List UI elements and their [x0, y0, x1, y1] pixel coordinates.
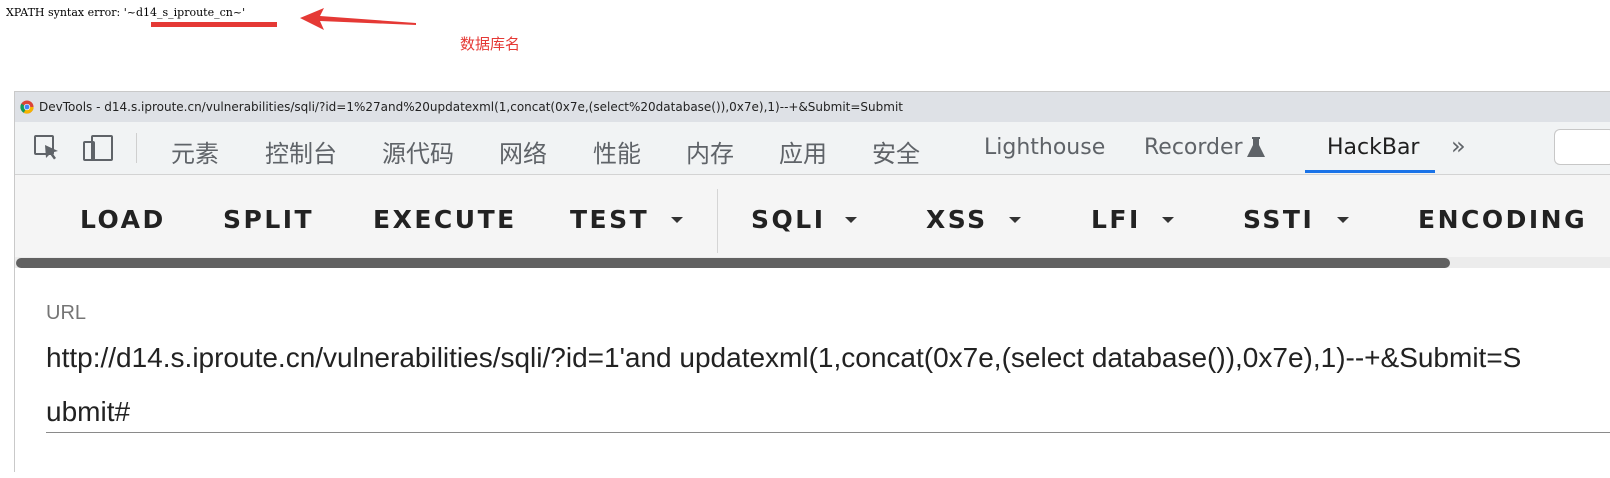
tab-recorder[interactable]: Recorder	[1144, 135, 1243, 160]
url-field[interactable]: URL http://d14.s.iproute.cn/vulnerabilit…	[15, 268, 1610, 478]
execute-button[interactable]: EXECUTE	[373, 205, 517, 234]
toolbar-scrollbar-thumb[interactable]	[16, 258, 1450, 268]
flask-icon	[1247, 137, 1265, 157]
inspect-element-icon[interactable]	[33, 134, 61, 162]
test-chevron-down-icon[interactable]	[671, 217, 683, 223]
lfi-chevron-down-icon[interactable]	[1162, 217, 1174, 223]
more-tabs-chevron-icon[interactable]: »	[1451, 132, 1466, 160]
devtools-title: DevTools - d14.s.iproute.cn/vulnerabilit…	[39, 100, 903, 114]
lfi-dropdown-button[interactable]: LFI	[1091, 205, 1141, 234]
load-button[interactable]: LOAD	[80, 205, 166, 234]
tab-network[interactable]: 网络	[499, 134, 547, 169]
devtools-window: DevTools - d14.s.iproute.cn/vulnerabilit…	[14, 91, 1610, 478]
test-dropdown-button[interactable]: TEST	[570, 205, 649, 234]
tab-memory[interactable]: 内存	[686, 134, 734, 169]
tab-performance[interactable]: 性能	[593, 134, 641, 169]
split-button[interactable]: SPLIT	[223, 205, 314, 234]
device-toolbar-icon[interactable]	[83, 134, 115, 162]
highlight-underline	[151, 22, 277, 27]
devtools-tabbar: 元素 控制台 源代码 网络 性能 内存 应用 安全 Lighthouse Rec…	[15, 122, 1610, 175]
active-tab-indicator	[1305, 170, 1435, 173]
sqli-dropdown-button[interactable]: SQLI	[751, 205, 826, 234]
tab-application[interactable]: 应用	[779, 134, 827, 169]
tab-lighthouse[interactable]: Lighthouse	[984, 135, 1105, 160]
tab-console[interactable]: 控制台	[265, 134, 337, 169]
chrome-icon	[20, 100, 34, 114]
annotation-arrow-icon	[300, 8, 416, 30]
tab-elements[interactable]: 元素	[171, 134, 219, 169]
ssti-dropdown-button[interactable]: SSTI	[1243, 205, 1314, 234]
xpath-error-message: XPATH syntax error: '~d14_s_iproute_cn~'	[6, 6, 246, 19]
tab-security[interactable]: 安全	[872, 134, 920, 169]
encoding-dropdown-button[interactable]: ENCODING	[1418, 205, 1587, 234]
toolbar-divider	[717, 189, 718, 253]
url-label: URL	[46, 302, 87, 324]
xss-dropdown-button[interactable]: XSS	[926, 205, 988, 234]
url-input-underline	[46, 432, 1610, 433]
devtools-titlebar: DevTools - d14.s.iproute.cn/vulnerabilit…	[15, 92, 1610, 122]
tab-hackbar[interactable]: HackBar	[1327, 135, 1419, 160]
xss-chevron-down-icon[interactable]	[1009, 217, 1021, 223]
side-panel-control[interactable]	[1554, 129, 1610, 165]
sqli-chevron-down-icon[interactable]	[845, 217, 857, 223]
ssti-chevron-down-icon[interactable]	[1337, 217, 1349, 223]
toolbar-divider	[136, 133, 137, 163]
tab-sources[interactable]: 源代码	[382, 134, 454, 169]
url-input[interactable]: http://d14.s.iproute.cn/vulnerabilities/…	[46, 331, 1536, 439]
hackbar-toolbar: LOAD SPLIT EXECUTE TEST SQLI XSS LFI SST…	[15, 175, 1610, 269]
annotation-label: 数据库名	[460, 35, 521, 53]
